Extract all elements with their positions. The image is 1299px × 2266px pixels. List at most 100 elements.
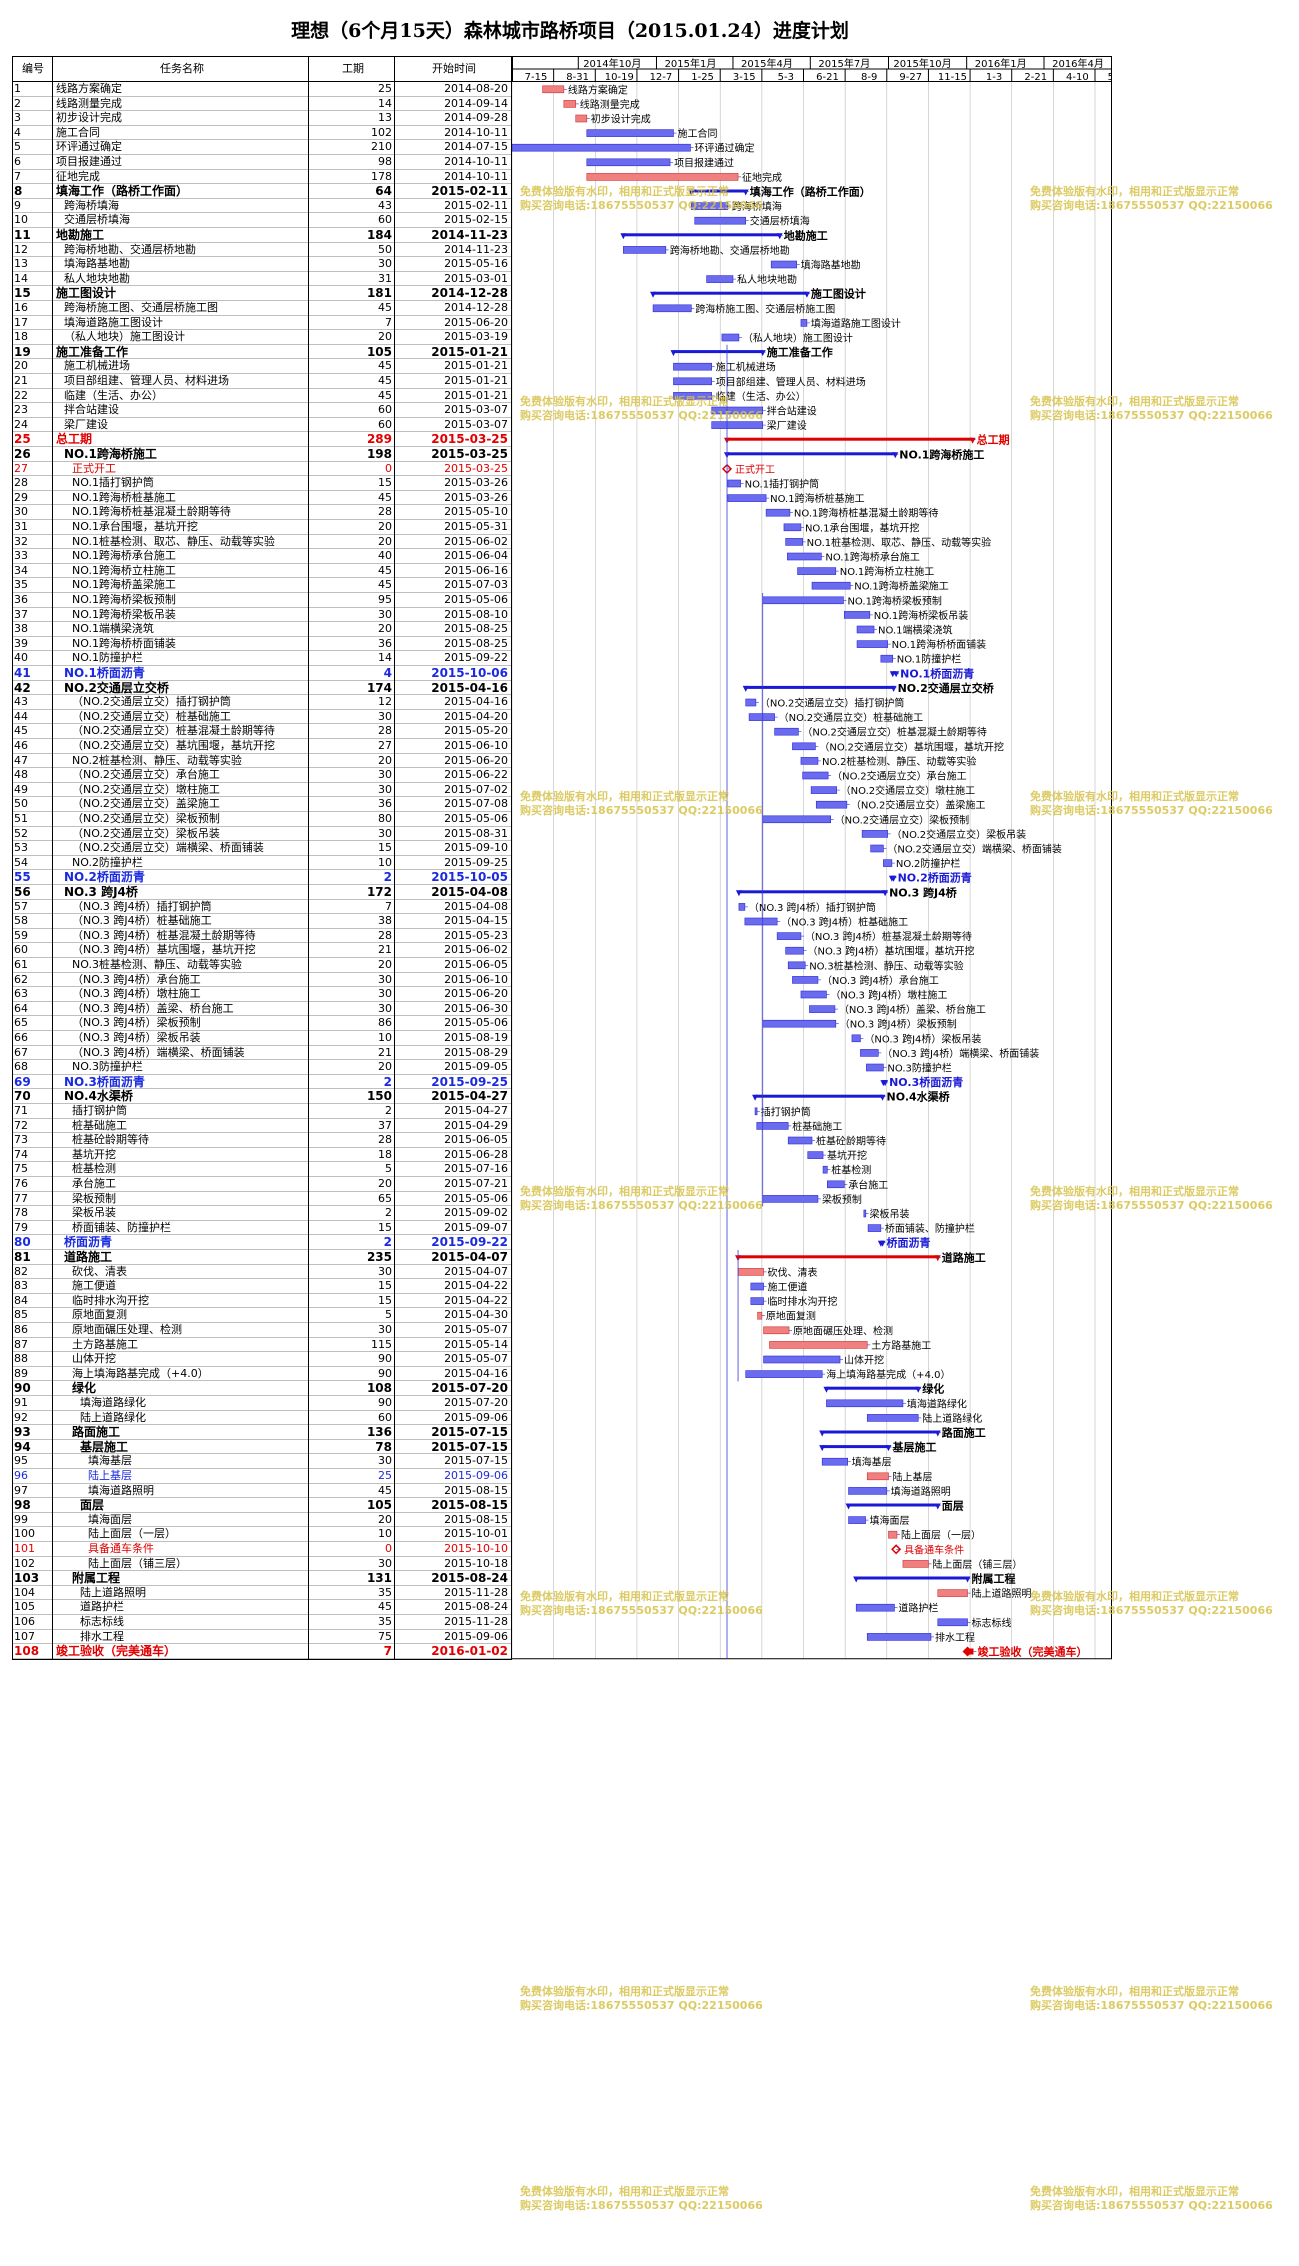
watermark-line: 购买咨询电话:18675550537 QQ:22150066 <box>520 1604 763 1617</box>
table-row: 31 NO.1承台围堰，基坑开挖 20 2015-05-31 <box>12 520 512 535</box>
task-id: 62 <box>14 972 28 986</box>
table-row: 28 NO.1插打钢护筒 15 2015-03-26 <box>12 476 512 491</box>
month-label: 2015年7月 <box>818 57 870 70</box>
bar-label: 陆上道路绿化 <box>922 1412 982 1425</box>
watermark-line: 免费体验版有水印，相用和正式版显示正常 <box>1030 2185 1239 2198</box>
task-id: 77 <box>14 1191 28 1205</box>
task-name: 填海道路绿化 <box>80 1396 146 1409</box>
task-name: 桥面铺装、防撞护栏 <box>72 1220 171 1234</box>
table-column-divider <box>52 56 53 1659</box>
task-name: 原地面复测 <box>72 1308 127 1322</box>
task-id: 79 <box>14 1220 28 1234</box>
task-duration: 60 <box>378 1410 392 1424</box>
task-duration: 80 <box>378 812 392 825</box>
table-row: 2 线路测量完成 14 2014-09-14 <box>12 97 512 112</box>
bar-label: NO.3桥面沥青 <box>889 1075 963 1089</box>
bar-label: NO.2桩基检测、静压、动载等实验 <box>822 755 977 768</box>
task-start: 2015-06-16 <box>444 563 508 577</box>
table-row: 90 绿化 108 2015-07-20 <box>12 1381 512 1396</box>
task-duration: 45 <box>378 359 392 373</box>
task-duration: 36 <box>378 636 392 650</box>
task-name: NO.3桩基检测、静压、动载等实验 <box>72 958 242 971</box>
task-name: 征地完成 <box>56 169 100 183</box>
bar-label: 海上填海路基完成（+4.0） <box>826 1368 950 1381</box>
gantt-svg: 7-15 8-31 10-19 12-7 1-25 3-15 5-3 6-21 8-9 9-27 1… <box>511 56 1130 1660</box>
header-name: 任务名称 <box>160 62 204 75</box>
task-id: 27 <box>14 461 28 475</box>
bar-label: NO.1跨海桥盖梁施工 <box>854 580 949 593</box>
task-name: 填海工作（路桥工作面） <box>56 184 189 199</box>
task-name: （NO.2交通层立交）梁板吊装 <box>72 826 220 840</box>
table-row: 46 （NO.2交通层立交）基坑围堰，基坑开挖 27 2015-06-10 <box>12 739 512 754</box>
task-duration: 30 <box>378 768 392 782</box>
summary-bar <box>755 1094 883 1098</box>
table-row: 6 项目报建通过 98 2014-10-11 <box>12 155 512 170</box>
task-bar <box>727 494 767 502</box>
task-duration: 30 <box>378 1454 392 1468</box>
task-id: 68 <box>14 1060 28 1074</box>
task-name: NO.2桩基检测、静压、动载等实验 <box>72 753 242 767</box>
task-bar <box>866 1063 884 1072</box>
table-row: 95 填海基层 30 2015-07-15 <box>12 1454 512 1469</box>
task-duration: 45 <box>378 301 392 314</box>
task-duration: 15 <box>378 1220 392 1234</box>
table-row: 14 私人地块地勘 31 2015-03-01 <box>12 272 512 287</box>
task-id: 45 <box>14 724 28 738</box>
task-duration: 30 <box>378 257 392 271</box>
summary-bar <box>673 350 763 354</box>
bar-label: 梁板预制 <box>822 1193 862 1206</box>
bar-label: 填海道路照明 <box>891 1485 951 1498</box>
task-bar <box>762 596 844 605</box>
task-start: 2015-07-15 <box>431 1439 508 1454</box>
task-name: NO.1跨海桥立柱施工 <box>72 563 176 577</box>
task-bar <box>785 946 804 955</box>
summary-bar <box>826 1386 919 1390</box>
bar-label: NO.2交通层立交桥 <box>898 681 995 695</box>
bar-label: （NO.3 跨J4桥）基坑围堰，基坑开挖 <box>808 945 975 958</box>
task-start: 2015-08-15 <box>431 1498 508 1513</box>
task-name: 施工合同 <box>56 125 100 139</box>
table-row: 97 填海道路照明 45 2015-08-15 <box>12 1484 512 1499</box>
watermark-line: 购买咨询电话:18675550537 QQ:22150066 <box>520 1199 763 1212</box>
bar-label: NO.1跨海桥施工 <box>899 447 984 461</box>
summary-bar <box>745 685 894 689</box>
bar-label: 山体开挖 <box>844 1354 884 1367</box>
bar-label: 跨海桥施工图、交通层桥施工图 <box>695 302 835 315</box>
bar-label: （NO.2交通层立交）承台施工 <box>832 770 967 783</box>
task-duration: 65 <box>378 1191 392 1205</box>
task-bar <box>757 1311 763 1320</box>
task-name: NO.4水渠桥 <box>64 1089 133 1104</box>
task-start: 2015-03-25 <box>444 461 508 475</box>
task-name: （NO.2交通层立交）端横梁、桥面铺装 <box>72 841 264 855</box>
watermark-line: 免费体验版有水印，相用和正式版显示正常 <box>1030 395 1239 408</box>
task-name: NO.3防撞护栏 <box>72 1060 143 1074</box>
bar-label: 填海道路绿化 <box>907 1397 967 1410</box>
task-id: 88 <box>14 1352 28 1366</box>
task-bar <box>848 1516 866 1524</box>
watermark-line: 购买咨询电话:18675550537 QQ:22150066 <box>1030 1199 1273 1212</box>
task-name: 标志标线 <box>80 1615 124 1628</box>
bar-label: （NO.3 跨J4桥）桩基础施工 <box>781 916 908 929</box>
task-bar <box>851 1034 861 1043</box>
task-id: 70 <box>14 1089 31 1104</box>
task-start: 2014-10-11 <box>444 155 508 168</box>
task-bar <box>776 932 802 940</box>
bar-label: 填海道路施工图设计 <box>811 317 901 330</box>
watermark-line: 免费体验版有水印，相用和正式版显示正常 <box>520 2185 729 2198</box>
task-name: 环评通过确定 <box>56 140 122 154</box>
header-duration: 工期 <box>342 62 364 75</box>
task-start: 2014-11-23 <box>431 228 508 242</box>
task-duration: 172 <box>366 885 392 899</box>
task-duration: 21 <box>378 1045 392 1059</box>
task-name: 砍伐、清表 <box>72 1264 127 1278</box>
table-row: 107 排水工程 75 2015-09-06 <box>12 1630 512 1645</box>
bar-label: （NO.2交通层立交）墩柱施工 <box>841 784 976 797</box>
table-row: 16 跨海桥施工图、交通层桥施工图 45 2014-12-28 <box>12 301 512 316</box>
task-duration: 45 <box>378 388 392 402</box>
task-id: 86 <box>14 1323 28 1336</box>
summary-bar <box>623 233 780 237</box>
task-name: 交通层桥填海 <box>64 213 130 227</box>
task-duration: 235 <box>366 1250 392 1264</box>
table-row: 59 （NO.3 跨J4桥）桩基混凝土龄期等待 28 2015-05-23 <box>12 929 512 944</box>
task-id: 60 <box>14 943 28 957</box>
